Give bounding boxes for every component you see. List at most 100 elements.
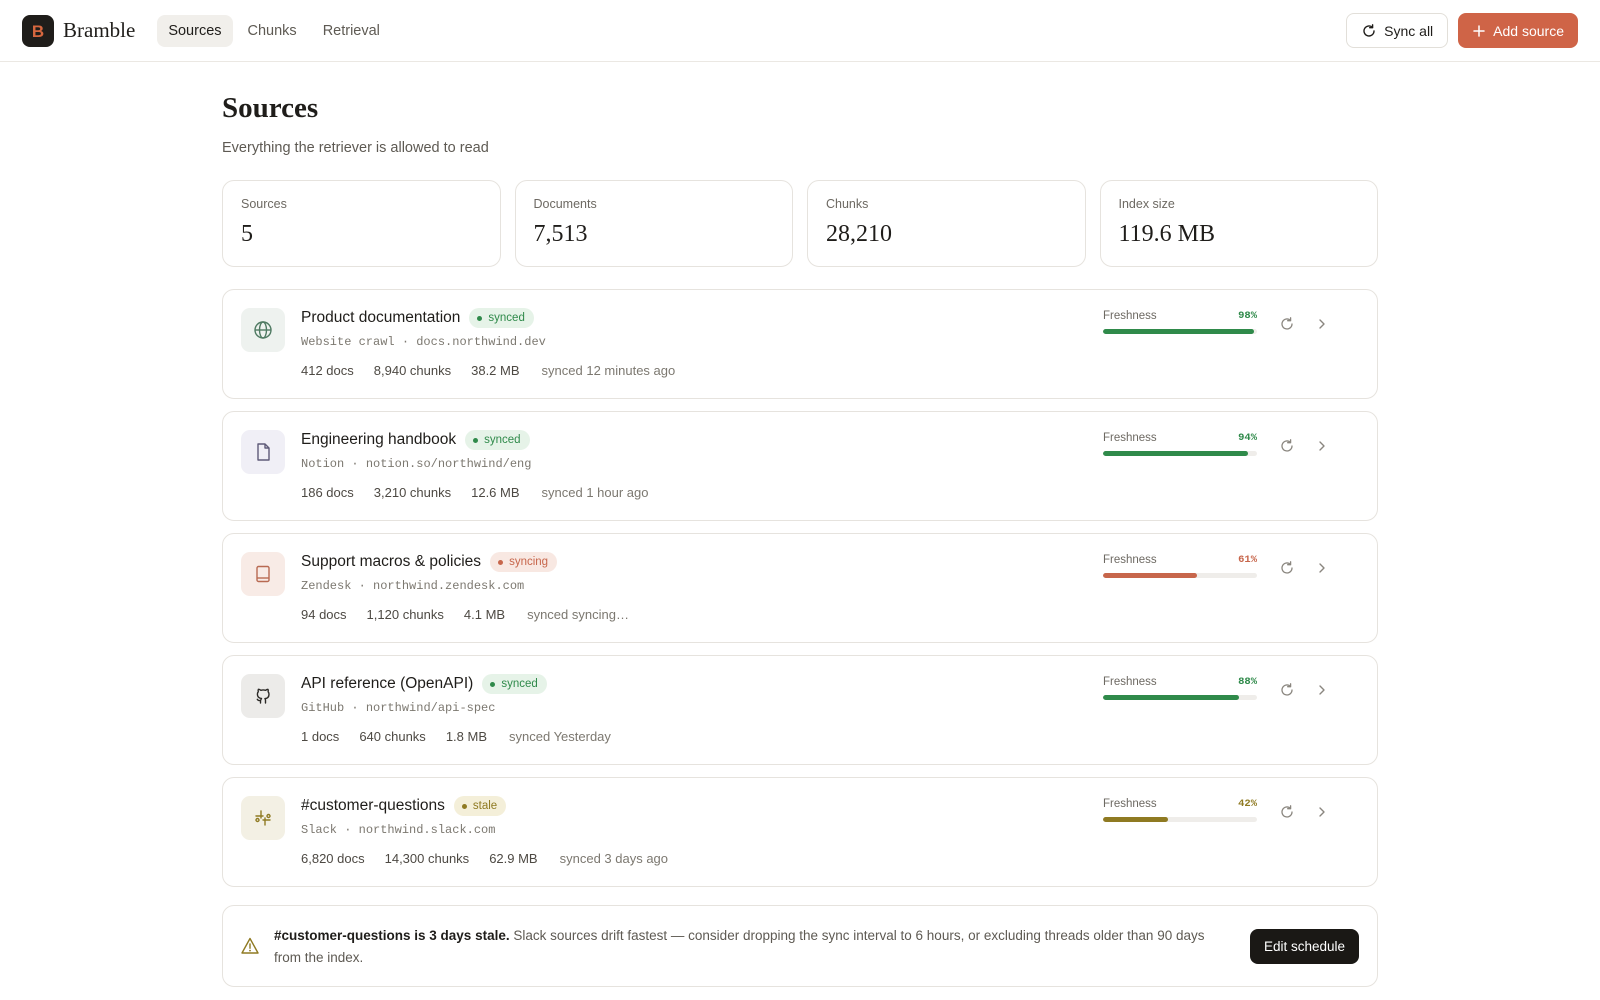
slack-icon (241, 796, 285, 840)
chevron-right-icon (1319, 807, 1325, 817)
sync-all-button[interactable]: Sync all (1346, 13, 1449, 48)
source-name[interactable]: Engineering handbook (301, 431, 456, 449)
source-name[interactable]: #customer-questions (301, 797, 445, 815)
add-source-label: Add source (1493, 22, 1564, 39)
source-location: northwind.slack.com (358, 823, 496, 837)
open-source-button[interactable] (1310, 800, 1334, 824)
source-stats: 94 docs 1,120 chunks 4.1 MB synced synci… (301, 607, 629, 622)
logo-mark: B (32, 22, 44, 41)
status-label: synced (501, 678, 538, 690)
alert-message: #customer-questions is 3 days stale. Sla… (274, 925, 1219, 969)
status-label: stale (472, 800, 498, 812)
doc-count: 186 docs (301, 485, 354, 500)
top-bar: B Bramble Sources Chunks Retrieval Sync … (0, 0, 1600, 62)
status-label: syncing (509, 556, 549, 568)
doc-count: 412 docs (301, 363, 354, 378)
source-meta: Website crawl · docs.northwind.dev (301, 335, 546, 349)
refresh-icon (1281, 317, 1293, 330)
main-nav: Sources Chunks Retrieval (157, 14, 391, 47)
freshness-label: Freshness (1103, 676, 1157, 688)
warning-icon (241, 937, 259, 954)
freshness-meter: Freshness 61% (1103, 554, 1257, 578)
stat-label: Chunks (826, 197, 869, 211)
app-name: Bramble (63, 18, 136, 42)
source-card[interactable]: Support macros & policies syncing Zendes… (222, 533, 1378, 643)
index-size: 38.2 MB (471, 363, 520, 378)
open-source-button[interactable] (1310, 434, 1334, 458)
resync-button[interactable] (1275, 800, 1299, 824)
status-badge: stale (453, 796, 507, 816)
page-subtitle: Everything the retriever is allowed to r… (222, 140, 489, 156)
index-size: 12.6 MB (471, 485, 520, 500)
status-dot (473, 437, 479, 443)
tab-chunks[interactable]: Chunks (237, 15, 308, 47)
open-source-button[interactable] (1310, 312, 1334, 336)
refresh-icon (1281, 439, 1293, 452)
plus-icon (1473, 24, 1485, 37)
resync-button[interactable] (1275, 556, 1299, 580)
freshness-value: 98% (1238, 310, 1257, 322)
stat-label: Index size (1118, 197, 1175, 211)
source-card[interactable]: API reference (OpenAPI) synced GitHub · … (222, 655, 1378, 765)
source-type: Notion (301, 457, 345, 471)
stat-value: 119.6 MB (1118, 221, 1215, 247)
source-type: Zendesk (301, 579, 352, 593)
freshness-meter: Freshness 98% (1103, 310, 1257, 334)
status-dot (461, 803, 467, 809)
status-dot (477, 315, 483, 321)
stale-alert: #customer-questions is 3 days stale. Sla… (222, 905, 1378, 987)
freshness-label: Freshness (1103, 798, 1157, 810)
doc-count: 94 docs (301, 607, 347, 622)
status-badge: synced (465, 430, 530, 450)
freshness-track (1103, 451, 1257, 456)
chevron-right-icon (1319, 441, 1325, 451)
document-icon (241, 430, 285, 474)
resync-button[interactable] (1275, 434, 1299, 458)
last-synced: synced 12 minutes ago (541, 363, 676, 378)
refresh-icon (1281, 683, 1293, 696)
source-meta: Slack · northwind.slack.com (301, 823, 496, 837)
freshness-track (1103, 817, 1257, 822)
freshness-fill (1103, 451, 1248, 456)
source-name[interactable]: Product documentation (301, 309, 460, 327)
status-dot (490, 681, 496, 687)
app-logo[interactable]: B (22, 14, 54, 47)
source-card[interactable]: Engineering handbook synced Notion · not… (222, 411, 1378, 521)
chevron-right-icon (1319, 685, 1325, 695)
page-title: Sources (222, 92, 319, 124)
status-badge: synced (482, 674, 547, 694)
source-meta: GitHub · northwind/api-spec (301, 701, 496, 715)
stat-label: Sources (241, 197, 287, 211)
source-list: Product documentation synced Website cra… (222, 289, 1378, 887)
source-name[interactable]: Support macros & policies (301, 553, 481, 571)
freshness-value: 61% (1238, 554, 1257, 566)
open-source-button[interactable] (1310, 556, 1334, 580)
stat-label: Documents (533, 197, 597, 211)
source-meta: Notion · notion.so/northwind/eng (301, 457, 532, 471)
status-dot (498, 559, 504, 565)
source-card[interactable]: Product documentation synced Website cra… (222, 289, 1378, 399)
stat-card-chunks: Chunks 28,210 (807, 180, 1086, 267)
edit-schedule-button[interactable]: Edit schedule (1249, 929, 1359, 964)
top-actions: Sync all Add source (1346, 13, 1578, 48)
source-type: Website crawl (301, 335, 395, 349)
freshness-track (1103, 573, 1257, 578)
freshness-track (1103, 695, 1257, 700)
open-source-button[interactable] (1310, 678, 1334, 702)
tab-sources[interactable]: Sources (157, 14, 233, 47)
resync-button[interactable] (1275, 312, 1299, 336)
resync-button[interactable] (1275, 678, 1299, 702)
source-name[interactable]: API reference (OpenAPI) (301, 675, 473, 693)
freshness-label: Freshness (1103, 432, 1157, 444)
status-label: synced (484, 434, 521, 446)
stat-value: 5 (241, 221, 253, 247)
add-source-button[interactable]: Add source (1458, 13, 1578, 48)
alert-title: #customer-questions is 3 days stale. (274, 928, 510, 943)
source-card[interactable]: #customer-questions stale Slack · northw… (222, 777, 1378, 887)
source-stats: 1 docs 640 chunks 1.8 MB synced Yesterda… (301, 729, 611, 744)
chunk-count: 1,120 chunks (366, 607, 444, 622)
main-content: Sources Everything the retriever is allo… (222, 62, 1378, 987)
tab-retrieval[interactable]: Retrieval (312, 15, 391, 47)
refresh-icon (1363, 23, 1375, 37)
freshness-fill (1103, 573, 1197, 578)
